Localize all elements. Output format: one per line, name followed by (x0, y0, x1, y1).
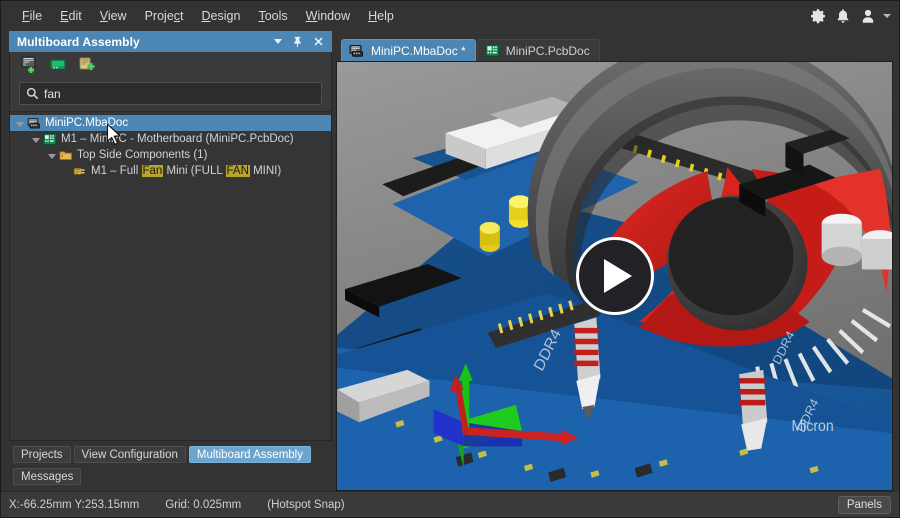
multiboard-assembly-panel: Multiboard Assembly fan MiniPC.MbaDoc M1… (9, 31, 332, 441)
gear-icon[interactable] (810, 8, 826, 24)
tree-node-topside[interactable]: Top Side Components (1) (10, 147, 331, 163)
left-dock: Multiboard Assembly fan MiniPC.MbaDoc M1… (1, 31, 336, 491)
panel-menu-caret-icon[interactable] (274, 39, 282, 44)
bell-icon[interactable] (835, 8, 851, 24)
status-grid: Grid: 0.025mm (165, 498, 242, 511)
user-avatar-icon[interactable] (860, 8, 876, 24)
pcb-board-icon (485, 44, 500, 57)
menu-help[interactable]: Help (359, 5, 403, 27)
editor-area: MiniPC.MbaDoc * MiniPC.PcbDoc DDR4 DDR4 … (336, 31, 899, 491)
dock-tab-multiboard-assembly[interactable]: Multiboard Assembly (188, 446, 311, 463)
document-tab-label: MiniPC.PcbDoc (505, 43, 590, 58)
add-component-icon[interactable] (78, 56, 97, 74)
menu-tools[interactable]: Tools (249, 5, 296, 27)
tree-node-label: Top Side Components (1) (77, 149, 208, 161)
document-tab-label: MiniPC.MbaDoc * (371, 43, 466, 58)
play-button[interactable] (575, 237, 654, 315)
play-icon (604, 259, 632, 293)
left-dock-tabs-row1: Projects View Configuration Multiboard A… (9, 441, 336, 463)
menu-bar-right-actions (810, 1, 891, 31)
status-bar: X:-66.25mm Y:253.15mm Grid: 0.025mm (Hot… (1, 491, 899, 517)
panel-titlebar: Multiboard Assembly (9, 31, 332, 52)
menu-file[interactable]: File (13, 5, 51, 27)
left-dock-tabs-row2: Messages (9, 463, 336, 491)
dock-tab-messages[interactable]: Messages (13, 468, 82, 485)
mba-document-icon (349, 44, 363, 57)
close-icon[interactable] (313, 36, 324, 47)
menu-edit[interactable]: Edit (51, 5, 91, 27)
pcb-board-icon (43, 133, 57, 145)
menu-window[interactable]: Window (297, 5, 359, 27)
menu-bar: File Edit View Project Design Tools Wind… (1, 1, 899, 31)
dock-tab-projects[interactable]: Projects (13, 446, 71, 463)
document-tab-pcbdoc[interactable]: MiniPC.PcbDoc (476, 39, 600, 61)
document-tab-mbadoc[interactable]: MiniPC.MbaDoc * (341, 39, 476, 61)
tree-node-board[interactable]: M1 – MiniPC - Motherboard (MiniPC.PcbDoc… (10, 131, 331, 147)
panel-titlebar-buttons (274, 36, 327, 47)
application-window: File Edit View Project Design Tools Wind… (0, 0, 900, 518)
panels-button[interactable]: Panels (837, 496, 891, 514)
pin-icon[interactable] (292, 36, 303, 47)
3d-viewport[interactable]: DDR4 DDR4 DDR4 Micron JTAG (336, 61, 893, 491)
menu-design[interactable]: Design (193, 5, 250, 27)
search-match-highlight: Fan (141, 165, 164, 177)
tree-node-label: M1 – MiniPC - Motherboard (MiniPC.PcbDoc… (61, 133, 294, 145)
chevron-down-icon[interactable] (883, 14, 891, 18)
add-board-icon[interactable] (49, 56, 68, 74)
search-icon (26, 87, 39, 100)
status-coordinates: X:-66.25mm Y:253.15mm (9, 498, 140, 511)
dock-tab-view-configuration[interactable]: View Configuration (73, 446, 186, 463)
tree-node-label: M1 – Full Fan Mini (FULL FAN MINI) (91, 165, 282, 177)
tree-node-root[interactable]: MiniPC.MbaDoc (10, 115, 331, 131)
menu-project[interactable]: Project (136, 5, 193, 27)
main-body: Multiboard Assembly fan MiniPC.MbaDoc M1… (1, 31, 899, 491)
expand-arrow-open-icon[interactable] (48, 153, 56, 159)
document-tab-bar: MiniPC.MbaDoc * MiniPC.PcbDoc (336, 31, 893, 61)
add-assembly-icon[interactable] (20, 56, 39, 74)
panel-toolbar (10, 52, 331, 78)
expand-arrow-open-icon[interactable] (16, 121, 24, 127)
expand-arrow-open-icon[interactable] (32, 137, 40, 143)
folder-icon (59, 150, 72, 160)
component-icon (73, 167, 85, 175)
tree-node-label: MiniPC.MbaDoc (45, 117, 129, 129)
panel-title: Multiboard Assembly (17, 34, 140, 49)
menu-view[interactable]: View (91, 5, 136, 27)
mba-document-icon (27, 117, 40, 129)
search-box[interactable] (19, 82, 322, 105)
search-match-highlight: FAN (225, 165, 250, 177)
tree-node-fan-component[interactable]: M1 – Full Fan Mini (FULL FAN MINI) (10, 163, 331, 179)
status-snap-mode: (Hotspot Snap) (267, 498, 345, 511)
svg-text:Micron: Micron (791, 419, 833, 436)
panel-body: MiniPC.MbaDoc M1 – MiniPC - Motherboard (… (9, 52, 332, 441)
assembly-tree[interactable]: MiniPC.MbaDoc M1 – MiniPC - Motherboard (… (10, 111, 331, 440)
search-container (10, 78, 331, 111)
search-input[interactable] (44, 86, 315, 101)
